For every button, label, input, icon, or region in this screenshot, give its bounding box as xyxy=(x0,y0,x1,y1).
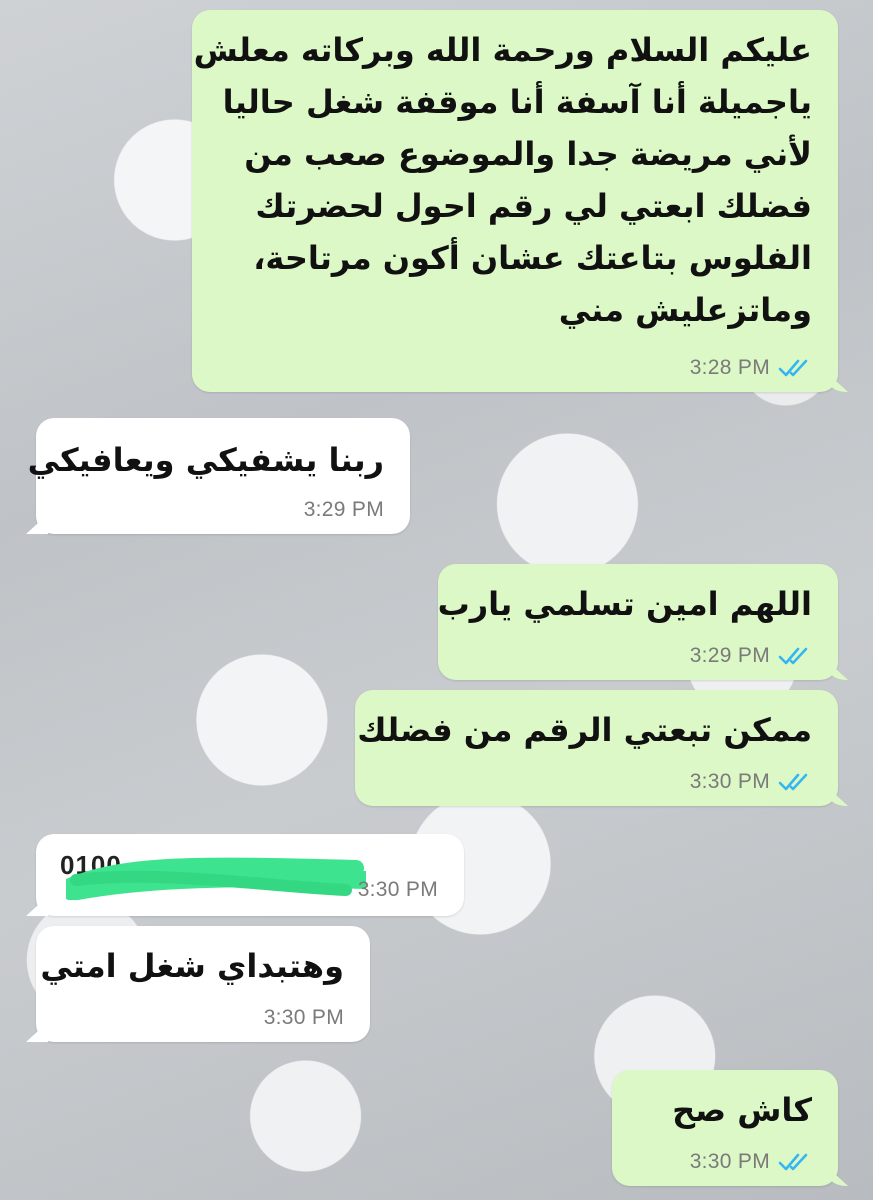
message-bubble-outgoing[interactable]: عليكم السلام ورحمة الله وبركاته معلش ياج… xyxy=(192,10,838,392)
timestamp: 3:30 PM xyxy=(357,878,438,901)
timestamp: 3:28 PM xyxy=(689,356,770,379)
message-line: وهتبداي شغل امتي xyxy=(40,947,344,985)
message-bubble-incoming[interactable]: وهتبداي شغل امتي 3:30 PM xyxy=(36,926,370,1042)
timestamp: 3:29 PM xyxy=(689,644,770,667)
message-meta: 3:30 PM xyxy=(358,878,438,902)
message-line: ياجميلة أنا آسفة أنا موقفة شغل حاليا xyxy=(222,83,812,121)
message-meta: 3:29 PM xyxy=(304,498,384,522)
message-bubble-incoming[interactable]: ربنا يشفيكي ويعافيكي 3:29 PM xyxy=(27,418,410,534)
message-line: ربنا يشفيكي ويعافيكي xyxy=(27,441,384,479)
message-bubble-outgoing[interactable]: اللهم امين تسلمي يارب 3:29 PM xyxy=(438,564,838,680)
message-text: ربنا يشفيكي ويعافيكي xyxy=(27,434,384,486)
message-line: لأني مريضة جدا والموضوع صعب من xyxy=(244,135,812,173)
timestamp: 3:30 PM xyxy=(689,770,770,793)
message-line: كاش صح xyxy=(672,1091,812,1129)
timestamp: 3:29 PM xyxy=(303,498,384,521)
message-text: ممكن تبعتي الرقم من فضلك xyxy=(357,704,812,756)
message-line: ممكن تبعتي الرقم من فضلك xyxy=(357,711,812,749)
timestamp: 3:30 PM xyxy=(689,1150,770,1173)
redaction-scribble xyxy=(66,857,366,900)
message-text: عليكم السلام ورحمة الله وبركاته معلش ياج… xyxy=(193,24,812,336)
message-line: اللهم امين تسلمي يارب xyxy=(437,585,812,623)
message-text: كاش صح xyxy=(634,1084,812,1136)
double-check-icon xyxy=(778,773,808,791)
message-bubble-outgoing[interactable]: كاش صح 3:30 PM xyxy=(612,1070,838,1186)
message-bubble-incoming[interactable]: 0100 3:30 PM xyxy=(36,834,464,916)
message-line: الفلوس بتاعتك عشان أكون مرتاحة، xyxy=(253,239,812,277)
message-text: وهتبداي شغل امتي xyxy=(40,940,344,992)
message-line: عليكم السلام ورحمة الله وبركاته معلش xyxy=(193,31,812,69)
message-meta: 3:30 PM xyxy=(690,1150,812,1174)
message-meta: 3:30 PM xyxy=(264,1006,344,1030)
message-meta: 3:29 PM xyxy=(690,644,812,668)
message-line: وماتزعليش مني xyxy=(558,291,812,329)
message-meta: 3:30 PM xyxy=(690,770,812,794)
double-check-icon xyxy=(778,1153,808,1171)
message-meta: 3:28 PM xyxy=(690,356,812,380)
timestamp: 3:30 PM xyxy=(263,1006,344,1029)
message-bubble-outgoing[interactable]: ممكن تبعتي الرقم من فضلك 3:30 PM xyxy=(355,690,838,806)
message-line: فضلك ابعتي لي رقم احول لحضرتك xyxy=(255,187,812,225)
double-check-icon xyxy=(778,647,808,665)
double-check-icon xyxy=(778,359,808,377)
message-text: اللهم امين تسلمي يارب xyxy=(437,578,812,630)
